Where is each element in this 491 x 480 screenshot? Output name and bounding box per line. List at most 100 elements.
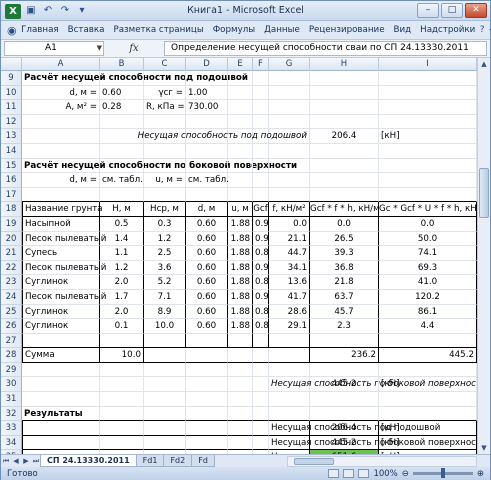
cell[interactable] [253, 406, 269, 422]
cell[interactable]: 4.4 [379, 319, 477, 334]
cell[interactable]: 0.0 [269, 216, 310, 232]
cell[interactable]: 45.7 [310, 304, 379, 320]
tab-view[interactable]: Вид [389, 21, 416, 39]
cell[interactable]: Песок пылеватый [22, 289, 106, 305]
cell[interactable] [253, 362, 269, 378]
cell[interactable]: 2.3 [310, 319, 379, 334]
cell[interactable]: 445.2 [310, 377, 379, 393]
cell[interactable] [379, 158, 477, 174]
cell[interactable]: 0.9 [253, 231, 269, 247]
cell[interactable] [269, 71, 310, 86]
scroll-down-icon[interactable]: ▼ [478, 442, 490, 454]
cell[interactable]: 206.4 [310, 421, 379, 436]
cell[interactable] [253, 333, 269, 349]
cell[interactable] [100, 362, 144, 378]
row-header[interactable]: 31 [1, 392, 22, 407]
cell[interactable] [310, 406, 379, 422]
cell[interactable] [269, 143, 310, 159]
cell[interactable]: 63.7 [310, 289, 379, 305]
cell[interactable] [269, 187, 310, 203]
cell[interactable] [186, 114, 228, 130]
cell[interactable] [269, 158, 310, 174]
cell[interactable] [269, 100, 310, 115]
cell[interactable]: 1.88 [228, 319, 253, 334]
cell[interactable]: 1.88 [228, 260, 253, 276]
cell[interactable] [253, 114, 269, 130]
cell[interactable]: 0.60 [186, 304, 228, 320]
help-icon[interactable]: ? [480, 25, 485, 35]
scroll-up-icon[interactable]: ▲ [478, 58, 490, 70]
cell[interactable] [22, 377, 100, 393]
param-label-d[interactable]: d, м = [22, 173, 100, 188]
office-button-icon[interactable]: ◉ [7, 23, 17, 38]
cell[interactable]: 0.0 [310, 216, 379, 232]
column-title-hmid[interactable]: Hср, м [144, 202, 186, 217]
tab-data[interactable]: Данные [260, 21, 305, 39]
first-sheet-icon[interactable]: ⏮ [1, 457, 11, 466]
cell[interactable] [379, 85, 477, 101]
cell[interactable] [186, 143, 228, 159]
cell[interactable]: 29.1 [269, 319, 310, 334]
cell[interactable]: 28.6 [269, 304, 310, 320]
scroll-thumb[interactable] [479, 168, 489, 218]
param-label-gamma[interactable]: γcг = [144, 85, 186, 101]
cell[interactable]: Несущая способность под подошвой [269, 421, 440, 436]
cell[interactable] [253, 421, 269, 436]
cell[interactable] [228, 435, 253, 451]
cell[interactable] [269, 85, 310, 101]
cell[interactable]: 1.88 [228, 231, 253, 247]
cell[interactable]: Песок пылеватый [22, 231, 106, 247]
cell[interactable]: 445.2 [310, 435, 379, 451]
cell[interactable]: 1.4 [100, 231, 144, 247]
cell[interactable]: 5.2 [144, 275, 186, 290]
cell[interactable] [310, 114, 379, 130]
cell[interactable]: Суглинок [22, 304, 100, 320]
cell[interactable]: 236.2 [310, 348, 379, 363]
cell[interactable] [228, 348, 253, 363]
cell[interactable] [310, 158, 379, 174]
cell[interactable]: 1.88 [228, 246, 253, 261]
cell[interactable] [310, 333, 379, 349]
row-header[interactable]: 13 [1, 129, 22, 144]
cell[interactable]: 21.8 [310, 275, 379, 290]
cell[interactable] [228, 158, 253, 174]
cell[interactable] [144, 362, 186, 378]
param-value-u[interactable]: см. табл. [186, 173, 229, 188]
cell[interactable]: Суглинок [22, 275, 100, 290]
row-header[interactable]: 27 [1, 333, 22, 349]
cell[interactable] [186, 406, 228, 422]
cell[interactable] [144, 158, 186, 174]
cell[interactable] [22, 333, 100, 349]
cell[interactable]: 7.1 [144, 289, 186, 305]
cell[interactable] [379, 392, 477, 407]
cell[interactable] [186, 421, 228, 436]
base-capacity-label[interactable]: Несущая способность под подошвой [138, 129, 310, 144]
cell[interactable] [253, 173, 269, 188]
cell[interactable] [22, 435, 100, 451]
cell[interactable]: 0.60 [186, 275, 228, 290]
param-label-area[interactable]: A, м² = [22, 100, 100, 115]
cell[interactable] [22, 187, 100, 203]
cell[interactable] [228, 71, 253, 86]
cell[interactable] [186, 158, 228, 174]
cell[interactable]: 0.1 [100, 319, 144, 334]
column-header-h[interactable]: H [310, 58, 379, 71]
cell[interactable]: 1.2 [144, 231, 186, 247]
zoom-in-icon[interactable]: ⊕ [477, 469, 484, 479]
cell[interactable]: 8.9 [144, 304, 186, 320]
column-title-f[interactable]: f, кН/м² [269, 202, 310, 217]
cell[interactable]: 74.1 [379, 246, 477, 261]
sheet-tab-fd[interactable]: Fd [191, 455, 215, 467]
cell[interactable]: 0.8 [253, 304, 269, 320]
cell[interactable]: 0.60 [186, 289, 228, 305]
cell[interactable]: 0.8 [253, 246, 269, 261]
cell[interactable] [253, 100, 269, 115]
base-capacity-value[interactable]: 206.4 [310, 129, 379, 144]
tab-formulas[interactable]: Формулы [208, 21, 259, 39]
column-header-a[interactable]: A [22, 58, 100, 71]
zoom-slider[interactable] [412, 468, 473, 478]
zoom-level[interactable]: 100% [373, 469, 397, 479]
cell[interactable] [379, 362, 477, 378]
cell[interactable] [310, 100, 379, 115]
cell[interactable] [22, 114, 100, 130]
